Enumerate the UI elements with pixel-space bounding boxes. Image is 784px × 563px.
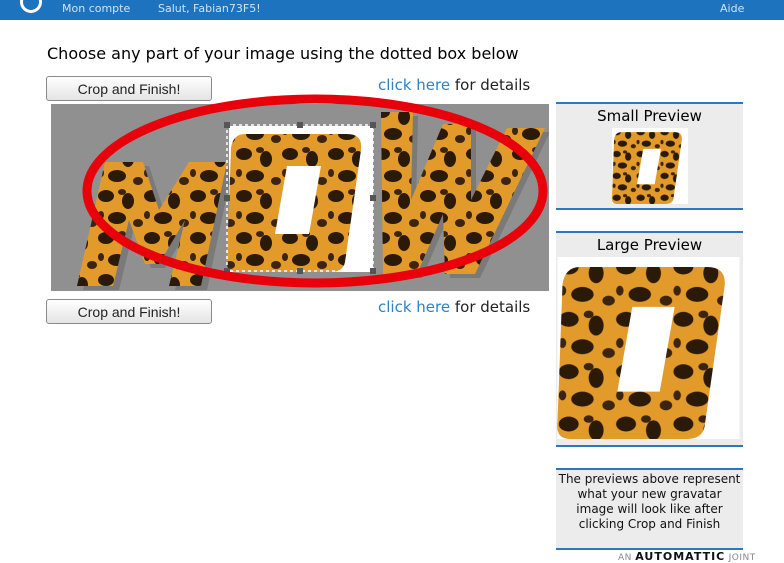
top-bar: Mon compte Salut, Fabian73F5! Aide — [0, 0, 784, 20]
large-preview-title: Large Preview — [596, 236, 703, 254]
details-suffix: for details — [450, 298, 531, 316]
preview-info-panel: The previews above represent what your n… — [556, 468, 743, 550]
greeting-text: Salut, Fabian73F5! — [158, 2, 261, 15]
large-preview-image — [557, 257, 740, 439]
help-link[interactable]: Aide — [720, 2, 744, 15]
footer-prefix: AN — [618, 553, 636, 563]
crop-and-finish-button-bottom[interactable]: Crop and Finish! — [46, 299, 212, 324]
footer-suffix: JOINT — [725, 553, 756, 563]
details-text-bottom: click here for details — [378, 298, 530, 316]
red-annotation-ellipse — [82, 94, 548, 288]
click-here-link-bottom[interactable]: click here — [378, 298, 450, 316]
small-preview-panel: Small Preview — [556, 102, 743, 210]
large-preview-panel: Large Preview — [556, 231, 743, 447]
automattic-footer: AN AUTOMATTIC JOINT — [618, 550, 756, 563]
page-heading: Choose any part of your image using the … — [47, 44, 519, 63]
my-account-link[interactable]: Mon compte — [62, 2, 130, 15]
preview-info-text: The previews above represent what your n… — [558, 472, 741, 531]
small-preview-image — [611, 128, 688, 204]
small-preview-title: Small Preview — [597, 107, 702, 125]
gravatar-logo-icon[interactable] — [20, 0, 42, 13]
footer-brand: AUTOMATTIC — [635, 550, 726, 563]
